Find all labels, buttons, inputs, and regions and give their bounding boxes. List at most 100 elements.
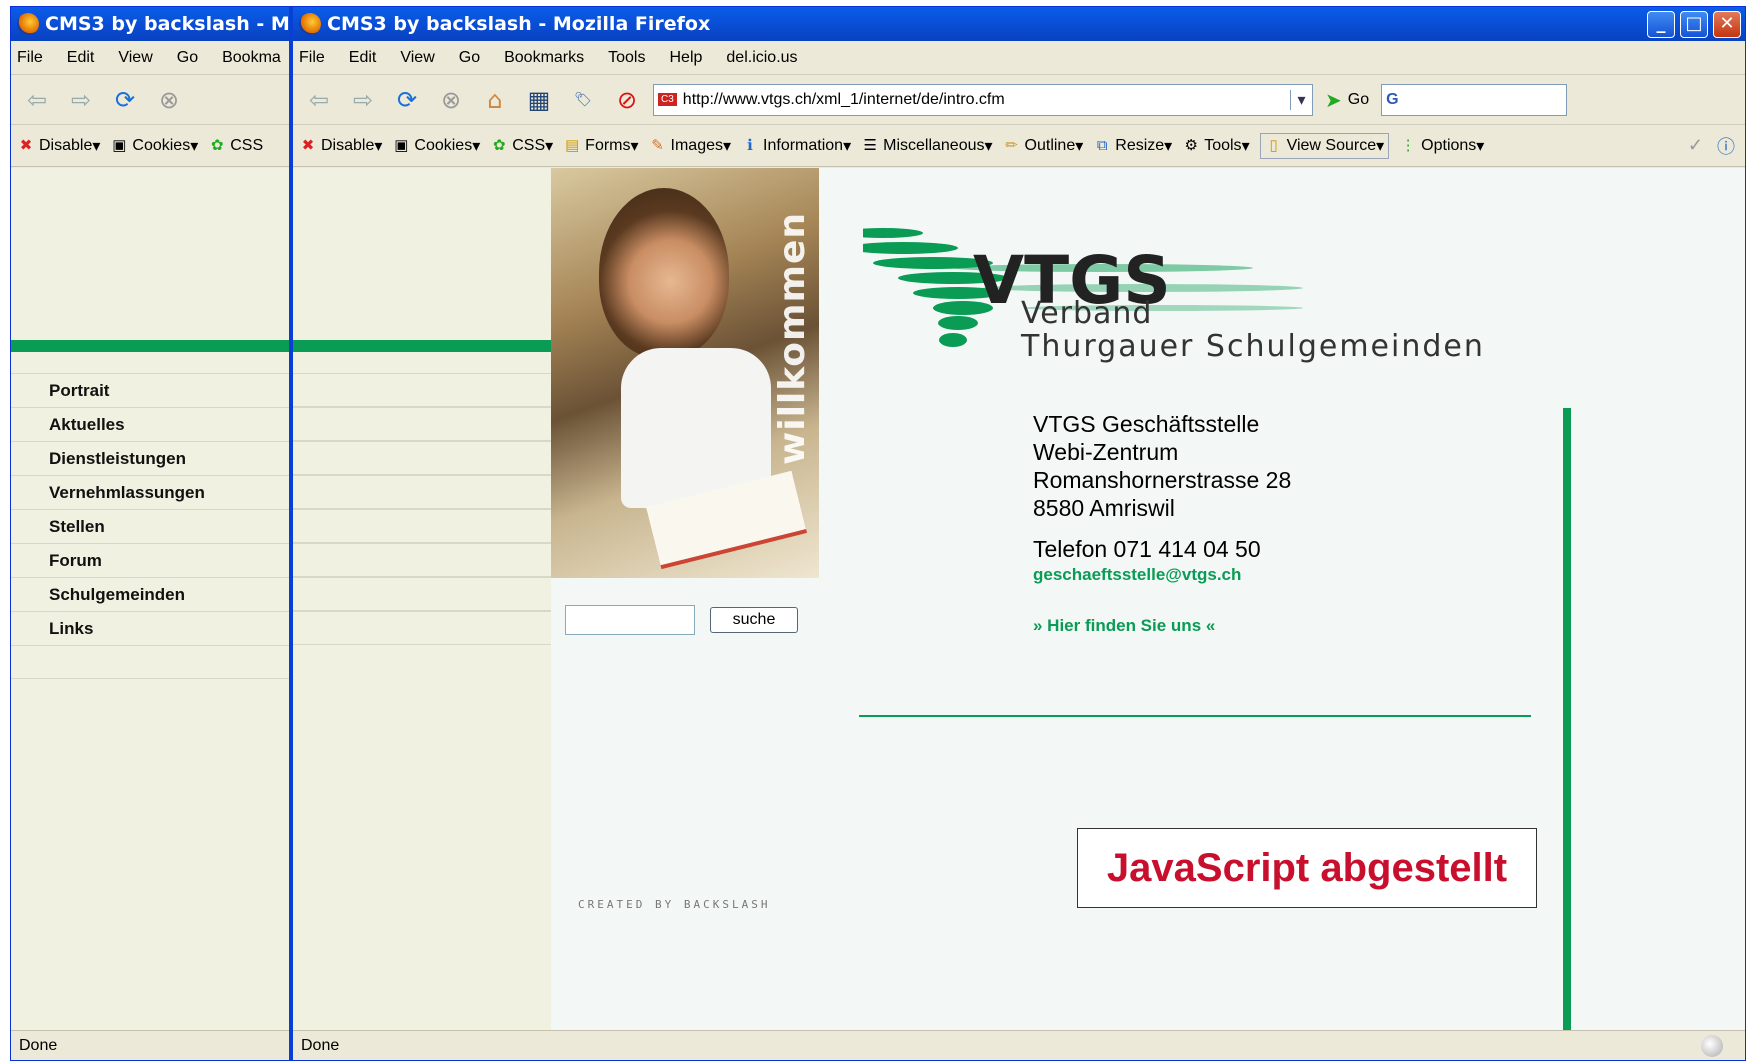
foreground-browser-window[interactable]: CMS3 by backslash - Mozilla Firefox _ □ … [289,6,1746,1061]
photo-caption: willkommen [771,211,813,466]
tag-icon[interactable]: 🏷 [565,82,601,118]
css-menu[interactable]: ✿ CSS ▾ [490,136,553,156]
menu-view[interactable]: View [118,49,152,67]
outline-icon: ✏ [1005,136,1018,154]
notice-text: JavaScript abgestellt [1106,845,1508,890]
site-favicon: C3 [658,93,677,106]
miscellaneous-menu[interactable]: ☰ Miscellaneous ▾ [861,136,992,156]
address-dropdown-icon[interactable]: ▾ [1290,89,1312,110]
go-arrow-icon[interactable]: ➤ [1325,88,1342,112]
checkmark-icon[interactable]: ✓ [1688,135,1703,156]
nav-divider [293,407,551,441]
minimize-button[interactable]: _ [1647,11,1675,38]
javascript-disabled-notice: JavaScript abgestellt [1077,828,1537,908]
back-arrow-icon[interactable]: ⇦ [19,82,55,118]
nav-item-forum[interactable]: Forum [11,543,295,577]
disable-menu[interactable]: ✖ Disable ▾ [17,136,101,156]
nav-divider [293,543,551,577]
menu-edit[interactable]: Edit [67,49,95,67]
menu-file[interactable]: File [299,49,325,67]
nav-item-links[interactable]: Links [11,611,295,645]
menu-bookmarks[interactable]: Bookma [222,49,281,67]
nav-item-dienstleistungen[interactable]: Dienstleistungen [11,441,295,475]
nav-divider [293,373,551,407]
back-webdev-toolbar: ✖ Disable ▾ ▣ Cookies ▾ ✿ CSS [11,125,295,167]
menu-tools[interactable]: Tools [608,49,645,67]
google-icon: G [1386,90,1399,108]
bookmark-grid-icon[interactable]: ▦ [521,82,557,118]
options-menu[interactable]: ⋮ Options ▾ [1399,136,1485,156]
nav-item-vernehmlassungen[interactable]: Vernehmlassungen [11,475,295,509]
background-browser-window[interactable]: CMS3 by backslash - Mozi File Edit View … [10,6,296,1061]
go-button[interactable]: Go [1348,91,1369,109]
back-arrow-icon[interactable]: ⇦ [301,82,337,118]
tools-icon: ⚙ [1184,136,1198,154]
menu-go[interactable]: Go [459,49,480,67]
sidebar-lines [293,373,551,645]
right-green-bar [1563,408,1571,1030]
firefox-icon [299,13,321,35]
cookies-icon: ▣ [394,136,409,154]
back-page-content: Portrait Aktuelles Dienstleistungen Vern… [11,168,295,1030]
tools-menu[interactable]: ⚙ Tools ▾ [1182,136,1249,156]
contact-email-link[interactable]: geschaeftsstelle@vtgs.ch [1033,565,1241,585]
cookies-menu[interactable]: ▣ Cookies ▾ [110,136,198,156]
disable-icon: ✖ [19,136,33,154]
nav-item-portrait[interactable]: Portrait [11,373,295,407]
contact-address: VTGS Geschäftsstelle Webi-Zentrum Romans… [1033,410,1291,522]
close-button[interactable]: ✕ [1713,11,1741,38]
maximize-button[interactable]: □ [1680,11,1708,38]
front-status-bar: Done [293,1030,1745,1060]
menu-bookmarks[interactable]: Bookmarks [504,49,584,67]
menu-edit[interactable]: Edit [349,49,377,67]
nav-divider [293,475,551,509]
menu-help[interactable]: Help [669,49,702,67]
page-sidebar [293,168,551,1030]
back-menu-bar: File Edit View Go Bookma [11,41,295,75]
front-title-bar[interactable]: CMS3 by backslash - Mozilla Firefox _ □ … [293,7,1745,41]
forward-arrow-icon[interactable]: ⇨ [345,82,381,118]
search-box[interactable]: G [1381,83,1568,116]
front-window-title: CMS3 by backslash - Mozilla Firefox [327,13,711,35]
reload-icon[interactable]: ⟳ [107,82,143,118]
search-input[interactable] [565,605,695,635]
back-title-bar[interactable]: CMS3 by backslash - Mozi [11,7,295,41]
nav-item-aktuelles[interactable]: Aktuelles [11,407,295,441]
stop-icon[interactable]: ⊗ [151,82,187,118]
forms-menu[interactable]: ▤ Forms ▾ [563,136,638,156]
forward-arrow-icon[interactable]: ⇨ [63,82,99,118]
nav-item-schulgemeinden[interactable]: Schulgemeinden [11,577,295,611]
menu-file[interactable]: File [17,49,43,67]
status-indicator-icon [1701,1035,1723,1057]
credit-text: CREATED BY BACKSLASH [578,898,771,911]
block-icon[interactable]: ⊘ [609,82,645,118]
options-icon: ⋮ [1400,136,1416,154]
information-menu[interactable]: ℹ Information ▾ [741,136,851,156]
find-us-link[interactable]: » Hier finden Sie uns « [1033,616,1215,636]
address-url: http://www.vtgs.ch/xml_1/internet/de/int… [682,90,1005,108]
outline-menu[interactable]: ✏ Outline ▾ [1003,136,1083,156]
status-text: Done [301,1037,340,1054]
resize-menu[interactable]: ⧉ Resize ▾ [1093,136,1172,156]
images-menu[interactable]: ✎ Images ▾ [649,136,731,156]
search-button[interactable]: suche [710,607,798,633]
misc-icon: ☰ [863,136,877,154]
menu-delicious[interactable]: del.icio.us [726,49,797,67]
menu-view[interactable]: View [400,49,434,67]
nav-divider [293,441,551,475]
css-menu[interactable]: ✿ CSS [208,137,263,155]
info-circle-icon[interactable]: ⓘ [1717,133,1735,159]
page-content: willkommen suche VTGS Verband Thurgauer … [293,168,1745,1030]
address-bar[interactable]: C3 http://www.vtgs.ch/xml_1/internet/de/… [653,83,1313,116]
front-nav-toolbar: ⇦ ⇨ ⟳ ⊗ ⌂ ▦ 🏷 ⊘ C3 http://www.vtgs.ch/xm… [293,75,1745,125]
cookies-menu[interactable]: ▣ Cookies ▾ [392,136,480,156]
stop-icon[interactable]: ⊗ [433,82,469,118]
nav-item-stellen[interactable]: Stellen [11,509,295,543]
lock-icon: ▤ [565,136,580,154]
menu-go[interactable]: Go [177,49,198,67]
reload-icon[interactable]: ⟳ [389,82,425,118]
home-icon[interactable]: ⌂ [477,82,513,118]
view-source-menu[interactable]: ▯ View Source ▾ [1259,132,1390,159]
disable-menu[interactable]: ✖ Disable ▾ [299,136,383,156]
site-navigation: Portrait Aktuelles Dienstleistungen Vern… [11,373,295,679]
